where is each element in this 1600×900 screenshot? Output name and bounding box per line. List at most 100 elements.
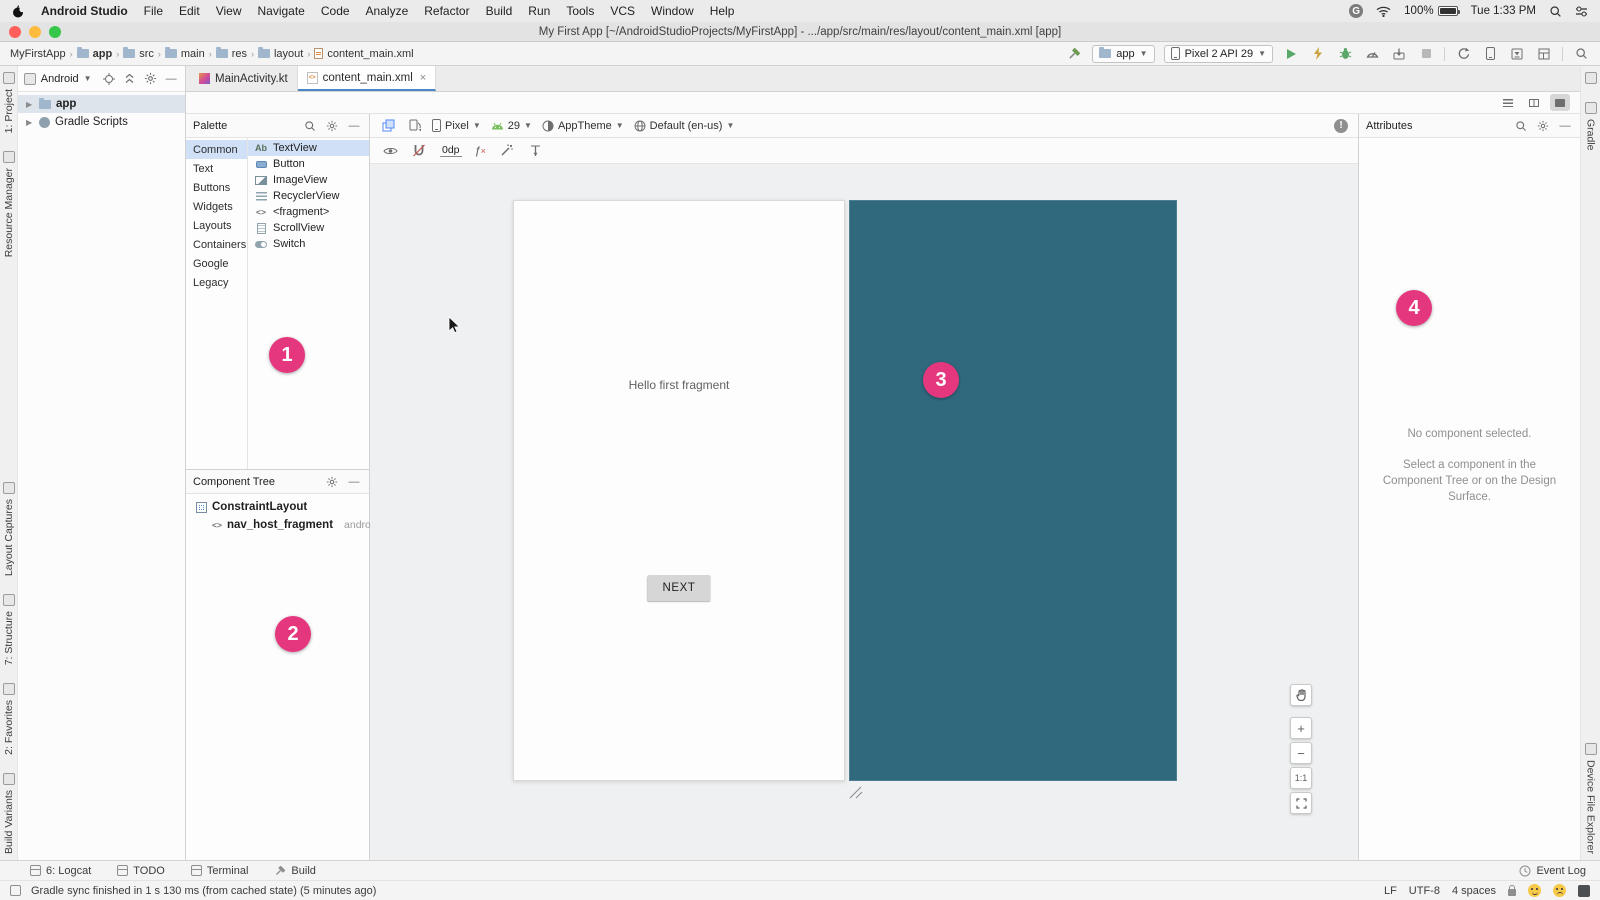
menu-view[interactable]: View bbox=[216, 4, 242, 18]
palette-item-scrollview[interactable]: ScrollView bbox=[248, 220, 369, 236]
apple-icon[interactable] bbox=[12, 5, 25, 18]
palette-item-imageview[interactable]: ImageView bbox=[248, 172, 369, 188]
locate-file-icon[interactable] bbox=[102, 71, 118, 87]
palette-category-common[interactable]: Common bbox=[186, 140, 247, 159]
layout-inspector-icon[interactable] bbox=[1535, 45, 1553, 63]
run-configuration-select[interactable]: app▼ bbox=[1092, 45, 1154, 63]
design-view-icon[interactable] bbox=[1550, 94, 1570, 111]
menu-navigate[interactable]: Navigate bbox=[257, 4, 304, 18]
zoom-in-button[interactable]: + bbox=[1290, 717, 1312, 739]
run-button[interactable] bbox=[1282, 45, 1300, 63]
palette-item-fragment[interactable]: <><fragment> bbox=[248, 204, 369, 220]
tool-window-todo[interactable]: TODO bbox=[117, 865, 165, 877]
tab-mainactivity[interactable]: MainActivity.kt bbox=[190, 66, 298, 91]
palette-item-button[interactable]: Button bbox=[248, 156, 369, 172]
search-icon[interactable] bbox=[302, 118, 318, 134]
screen-reader-icon[interactable] bbox=[1578, 885, 1590, 897]
line-separator-widget[interactable]: LF bbox=[1384, 885, 1397, 897]
menu-clock[interactable]: Tue 1:33 PM bbox=[1471, 5, 1536, 17]
pack-align-icon[interactable] bbox=[528, 143, 544, 159]
search-everywhere-icon[interactable] bbox=[1572, 45, 1590, 63]
menu-build[interactable]: Build bbox=[486, 4, 513, 18]
tool-strip-device-file-explorer[interactable]: Device File Explorer bbox=[1585, 743, 1597, 854]
breadcrumb-file[interactable]: content_main.xml bbox=[314, 48, 413, 60]
palette-category-layouts[interactable]: Layouts bbox=[186, 216, 247, 235]
palette-item-textview[interactable]: AbTextView bbox=[248, 140, 369, 156]
minimize-window-button[interactable] bbox=[29, 26, 41, 38]
tool-strip-project[interactable]: 1: Project bbox=[3, 72, 15, 133]
device-in-editor-select[interactable]: Pixel▼ bbox=[432, 119, 481, 132]
attach-debugger-icon[interactable] bbox=[1390, 45, 1408, 63]
sync-project-icon[interactable] bbox=[1454, 45, 1472, 63]
gear-icon[interactable] bbox=[324, 118, 340, 134]
design-view-preview[interactable]: Hello first fragment NEXT bbox=[513, 200, 845, 781]
palette-category-legacy[interactable]: Legacy bbox=[186, 273, 247, 292]
tool-strip-layout-captures[interactable]: Layout Captures bbox=[3, 482, 15, 576]
palette-category-containers[interactable]: Containers bbox=[186, 235, 247, 254]
tool-strip-resource-manager[interactable]: Resource Manager bbox=[3, 151, 15, 257]
pan-tool-button[interactable] bbox=[1290, 684, 1312, 706]
palette-category-google[interactable]: Google bbox=[186, 254, 247, 273]
tool-strip-gradle[interactable]: Gradle bbox=[1585, 102, 1597, 151]
notifications-icon[interactable] bbox=[1585, 72, 1597, 84]
menu-analyze[interactable]: Analyze bbox=[366, 4, 409, 18]
wifi-icon[interactable] bbox=[1376, 6, 1391, 17]
menu-tools[interactable]: Tools bbox=[566, 4, 594, 18]
spotlight-search-icon[interactable] bbox=[1549, 5, 1562, 18]
tool-strip-structure[interactable]: 7: Structure bbox=[3, 594, 15, 665]
menu-code[interactable]: Code bbox=[321, 4, 350, 18]
gear-icon[interactable] bbox=[1535, 118, 1551, 134]
palette-category-buttons[interactable]: Buttons bbox=[186, 178, 247, 197]
encoding-widget[interactable]: UTF-8 bbox=[1409, 885, 1440, 897]
clear-constraints-icon[interactable]: ƒ× bbox=[475, 145, 486, 157]
close-window-button[interactable] bbox=[9, 26, 21, 38]
tool-window-terminal[interactable]: Terminal bbox=[191, 865, 249, 877]
collapse-all-icon[interactable] bbox=[122, 71, 138, 87]
theme-select[interactable]: AppTheme▼ bbox=[542, 120, 624, 132]
orientation-icon[interactable] bbox=[406, 118, 422, 134]
tool-strip-favorites[interactable]: 2: Favorites bbox=[3, 683, 15, 755]
feedback-sad-icon[interactable] bbox=[1553, 884, 1566, 897]
tree-item-nav-host-fragment[interactable]: <> nav_host_fragment androi... bbox=[186, 516, 369, 534]
hide-panel-icon[interactable]: — bbox=[1557, 118, 1573, 134]
palette-category-text[interactable]: Text bbox=[186, 159, 247, 178]
breadcrumb-layout[interactable]: layout bbox=[258, 48, 303, 60]
breadcrumb-app[interactable]: app bbox=[77, 48, 113, 60]
design-surface-icon[interactable] bbox=[380, 118, 396, 134]
debug-icon[interactable] bbox=[1336, 45, 1354, 63]
breadcrumb-project[interactable]: MyFirstApp bbox=[10, 48, 66, 60]
menu-vcs[interactable]: VCS bbox=[610, 4, 635, 18]
grammarly-icon[interactable]: G bbox=[1349, 4, 1363, 18]
hide-panel-icon[interactable]: — bbox=[163, 71, 179, 87]
menu-run[interactable]: Run bbox=[528, 4, 550, 18]
palette-item-switch[interactable]: Switch bbox=[248, 236, 369, 252]
project-tree-gradle-scripts[interactable]: ▶ Gradle Scripts bbox=[18, 113, 185, 131]
menu-app-name[interactable]: Android Studio bbox=[41, 4, 128, 18]
canvas-resize-handle[interactable] bbox=[848, 786, 863, 799]
event-log-button[interactable]: Event Log bbox=[1519, 865, 1586, 877]
zoom-window-button[interactable] bbox=[49, 26, 61, 38]
palette-item-recyclerview[interactable]: RecyclerView bbox=[248, 188, 369, 204]
tree-item-constraintlayout[interactable]: ConstraintLayout bbox=[186, 498, 369, 516]
tool-window-build[interactable]: Build bbox=[274, 865, 315, 877]
readonly-lock-icon[interactable] bbox=[1508, 889, 1516, 896]
zoom-out-button[interactable]: − bbox=[1290, 742, 1312, 764]
code-view-icon[interactable] bbox=[1498, 94, 1518, 111]
split-view-icon[interactable] bbox=[1524, 94, 1544, 111]
blueprint-view-preview[interactable] bbox=[849, 200, 1177, 781]
preview-next-button[interactable]: NEXT bbox=[647, 575, 710, 601]
breadcrumb-res[interactable]: res bbox=[216, 48, 247, 60]
device-select[interactable]: Pixel 2 API 29▼ bbox=[1164, 45, 1273, 63]
default-margin-select[interactable]: 0dp bbox=[440, 144, 462, 157]
avd-manager-icon[interactable] bbox=[1481, 45, 1499, 63]
infer-constraints-wand-icon[interactable] bbox=[499, 143, 515, 159]
menu-edit[interactable]: Edit bbox=[179, 4, 200, 18]
preview-hello-text[interactable]: Hello first fragment bbox=[514, 378, 844, 392]
project-tree-app[interactable]: ▶ app bbox=[18, 95, 185, 113]
hide-panel-icon[interactable]: — bbox=[346, 474, 362, 490]
zoom-actual-size-button[interactable]: 1:1 bbox=[1290, 767, 1312, 789]
search-icon[interactable] bbox=[1513, 118, 1529, 134]
layout-errors-icon[interactable]: ! bbox=[1334, 119, 1348, 133]
menu-file[interactable]: File bbox=[144, 4, 163, 18]
breadcrumb-main[interactable]: main bbox=[165, 48, 205, 60]
